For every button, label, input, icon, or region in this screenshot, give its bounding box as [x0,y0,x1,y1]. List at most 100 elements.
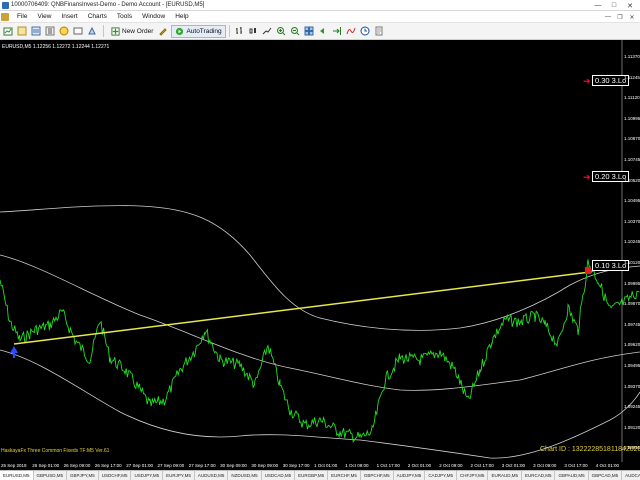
price-axis-label: 1.09370 [624,383,640,389]
menu-help[interactable]: Help [170,13,193,20]
symbol-tab[interactable]: GBPAUD,M5 [555,471,589,480]
symbol-tab[interactable]: EURCHF,M5 [328,471,361,480]
symbol-tab[interactable]: AUDJPY,M5 [394,471,426,480]
maximize-button[interactable]: □ [606,0,622,11]
price-axis-label: 1.09620 [624,342,640,348]
symbol-tab[interactable]: CHFJPY,M5 [457,471,489,480]
price-chart[interactable] [0,40,640,462]
price-axis-label: 1.09245 [624,404,640,410]
window-title: 10000706409: QNBFinansInvest-Demo - Demo… [11,2,205,8]
time-axis: 25 Sep 2019 26 Sep 01:00 26 Sep 09:00 26 Se… [0,462,640,470]
time-axis-label: 2 Oct 01:00 [407,463,432,468]
chart-shift-icon[interactable] [331,25,343,37]
buy-arrow-icon [10,346,18,358]
symbol-tab[interactable]: EURUSD,M5 [0,471,34,480]
menu-file[interactable]: File [12,13,32,20]
time-axis-label: 3 Oct 01:00 [501,463,526,468]
time-axis-label: 25 Sep 2019 [1,463,27,468]
symbol-tab[interactable]: GBPJPY,M5 [67,471,99,480]
chart-window[interactable]: EURUSD,M5 1.12256 1.12272 1.12244 1.1227… [0,40,640,468]
symbol-tab[interactable]: USDJPY,M5 [131,471,164,480]
profiles-icon[interactable] [16,25,28,37]
symbol-tab[interactable]: EURCAD,M5 [522,471,556,480]
templates-icon[interactable] [373,25,385,37]
close-button[interactable]: ✕ [622,0,638,11]
metaeditor-icon[interactable] [157,25,169,37]
menu-window[interactable]: Window [137,13,170,20]
lower-band-line [0,349,640,459]
symbol-tab[interactable]: GBPCAD,M5 [589,471,623,480]
symbol-tab[interactable]: EURAUD,M5 [488,471,522,480]
price-axis-label: 1.10620 [624,177,640,183]
line-chart-icon[interactable] [261,25,273,37]
time-axis-label: 26 Sep 01:00 [32,463,60,468]
autoscroll-icon[interactable] [317,25,329,37]
autotrading-button[interactable]: AutoTrading [171,24,226,38]
order-marker [585,267,591,274]
title-bar: 10000706409: QNBFinansInvest-Demo - Demo… [0,0,640,11]
autotrading-icon [176,27,184,35]
mdi-restore-button[interactable]: ❐ [614,14,626,21]
data-window-icon[interactable] [44,25,56,37]
strategy-tester-icon[interactable] [86,25,98,37]
time-axis-label: 26 Sep 17:00 [94,463,122,468]
mdi-close-button[interactable]: ✕ [626,14,638,21]
price-axis-label: 1.10745 [624,157,640,162]
toolbar-separator [103,25,104,37]
time-axis-label: 26 Sep 09:00 [63,463,91,468]
symbol-tab[interactable]: EURJPY,M5 [163,471,195,480]
price-axis-label: 1.11370 [624,54,640,59]
symbol-tabs: EURUSD,M5 GBPUSD,M5 GBPJPY,M5 USDCHF,M5 USDJ… [0,470,640,480]
price-axis-label: 1.10495 [624,198,640,204]
navigator-icon[interactable] [58,25,70,37]
zoom-in-icon[interactable] [275,25,287,37]
menu-tools[interactable]: Tools [112,13,137,20]
menu-insert[interactable]: Insert [56,13,82,20]
symbol-tab[interactable]: EURGBP,M5 [295,471,329,480]
menu-view[interactable]: View [32,13,56,20]
menu-charts[interactable]: Charts [83,13,112,20]
bar-chart-icon[interactable] [233,25,245,37]
symbol-tab[interactable]: AUDCAD,M5 [622,471,640,480]
symbol-tab[interactable]: NZDUSD,M5 [228,471,262,480]
new-order-button[interactable]: New Order [107,25,157,38]
time-axis-label: 27 Sep 17:00 [188,463,216,468]
symbol-tab[interactable]: AUDUSD,M5 [195,471,229,480]
candlestick-chart-icon[interactable] [247,25,259,37]
chart-header: EURUSD,M5 1.12256 1.12272 1.12244 1.1227… [2,44,110,50]
toolbar: New Order AutoTrading [0,23,640,40]
new-order-icon [111,26,120,36]
new-chart-icon[interactable] [2,25,14,37]
tile-windows-icon[interactable] [303,25,315,37]
mdi-minimize-button[interactable]: — [602,14,614,20]
time-axis-label: 2 Oct 17:00 [470,463,494,468]
trend-line[interactable] [13,271,591,345]
time-axis-label: 3 Oct 17:00 [564,463,588,468]
upper-band-line [0,205,640,331]
indicators-icon[interactable] [345,25,357,37]
periods-icon[interactable] [359,25,371,37]
symbol-tab[interactable]: USDCAD,M5 [262,471,296,480]
symbol-tab[interactable]: USDCHF,M5 [99,471,132,480]
price-axis-label: 1.09120 [624,424,640,430]
symbol-tab[interactable]: GBPUSD,M5 [34,471,68,480]
price-axis-label: 1.09495 [624,363,640,368]
mdi-controls: — ❐ ✕ [602,11,638,23]
terminal-icon[interactable] [72,25,84,37]
time-axis-label: 30 Sep 17:00 [282,463,310,468]
symbol-tab[interactable]: CADJPY,M5 [425,471,457,480]
time-axis-label: 4 Oct 01:00 [595,463,619,468]
time-axis-label: 27 Sep 01:00 [126,463,153,468]
minimize-button[interactable]: — [590,0,606,11]
zoom-out-icon[interactable] [289,25,301,37]
price-axis-label: 1.11120 [624,95,640,101]
price-line [0,258,640,443]
window-controls: — □ ✕ [590,0,638,11]
market-watch-icon[interactable] [30,25,42,37]
price-axis-label: 1.10120 [624,260,640,265]
time-axis-label: 30 Sep 09:00 [251,463,279,468]
price-axis-label: 1.09745 [624,321,640,327]
symbol-tab[interactable]: GBPCHF,M5 [361,471,394,480]
time-axis-label: 27 Sep 09:00 [157,463,185,468]
time-axis-label: 3 Oct 09:00 [533,463,557,468]
